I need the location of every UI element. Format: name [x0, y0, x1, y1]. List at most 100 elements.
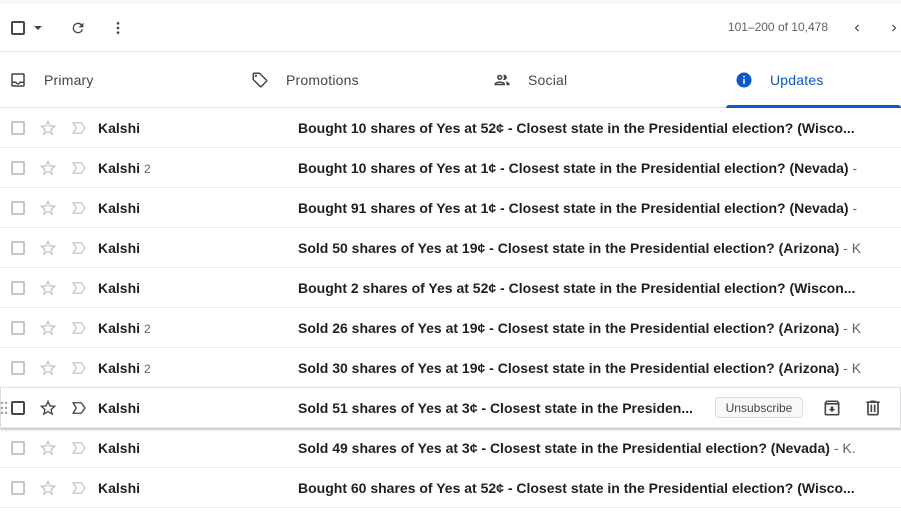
- subject-line: Sold 26 shares of Yes at 19¢ - Closest s…: [298, 320, 870, 336]
- thread-count: 2: [144, 362, 151, 376]
- sender-name: Kalshi: [98, 120, 141, 136]
- sender-name: Kalshi: [98, 320, 141, 336]
- importance-marker-icon[interactable]: [70, 119, 88, 137]
- subject-text: Bought 91 shares of Yes at 1¢ - Closest …: [298, 200, 849, 216]
- importance-marker-icon[interactable]: [70, 479, 88, 497]
- refresh-icon[interactable]: [68, 18, 88, 38]
- star-icon[interactable]: [38, 278, 58, 298]
- row-checkbox[interactable]: [11, 201, 25, 215]
- importance-marker-icon[interactable]: [70, 439, 88, 457]
- email-row[interactable]: Kalshi Sold 49 shares of Yes at 3¢ - Clo…: [0, 428, 901, 468]
- drag-handle-icon[interactable]: [0, 401, 8, 415]
- tab-label: Primary: [44, 72, 94, 88]
- tab-label: Updates: [770, 72, 824, 88]
- tab-updates[interactable]: Updates: [726, 52, 901, 108]
- snippet-text: - K.: [829, 440, 856, 456]
- importance-marker-icon[interactable]: [70, 279, 88, 297]
- pagination-text: 101–200 of 10,478: [727, 20, 828, 34]
- email-row[interactable]: Kalshi Sold 50 shares of Yes at 19¢ - Cl…: [0, 228, 901, 268]
- mail-toolbar: 101–200 of 10,478: [0, 4, 901, 52]
- tag-icon: [250, 70, 270, 90]
- unsubscribe-button[interactable]: Unsubscribe: [715, 397, 803, 418]
- importance-marker-icon[interactable]: [70, 239, 88, 257]
- sender-name: Kalshi: [98, 400, 141, 416]
- star-icon[interactable]: [38, 438, 58, 458]
- star-icon[interactable]: [38, 118, 58, 138]
- star-icon[interactable]: [38, 398, 58, 418]
- subject-text: Sold 30 shares of Yes at 19¢ - Closest s…: [298, 360, 840, 376]
- email-row[interactable]: Kalshi Bought 60 shares of Yes at 52¢ - …: [0, 468, 901, 508]
- subject-text: Bought 10 shares of Yes at 1¢ - Closest …: [298, 160, 849, 176]
- category-tabs: Primary Promotions Social Updates: [0, 52, 901, 108]
- importance-marker-icon[interactable]: [70, 159, 88, 177]
- star-icon[interactable]: [38, 318, 58, 338]
- subject-line: Sold 30 shares of Yes at 19¢ - Closest s…: [298, 360, 870, 376]
- subject-text: Sold 51 shares of Yes at 3¢ - Closest st…: [298, 400, 694, 416]
- email-row[interactable]: Kalshi Bought 91 shares of Yes at 1¢ - C…: [0, 188, 901, 228]
- email-row[interactable]: Kalshi 2 Sold 30 shares of Yes at 19¢ - C…: [0, 348, 901, 388]
- subject-text: Bought 60 shares of Yes at 52¢ - Closest…: [298, 480, 855, 496]
- email-row[interactable]: Kalshi Bought 2 shares of Yes at 52¢ - C…: [0, 268, 901, 308]
- subject-line: Bought 91 shares of Yes at 1¢ - Closest …: [298, 200, 870, 216]
- row-checkbox[interactable]: [11, 361, 25, 375]
- delete-icon[interactable]: [863, 398, 883, 418]
- more-vert-icon[interactable]: [108, 18, 128, 38]
- row-checkbox[interactable]: [11, 321, 25, 335]
- email-row[interactable]: Kalshi 2 Bought 10 shares of Yes at 1¢ - …: [0, 148, 901, 188]
- importance-marker-icon[interactable]: [70, 199, 88, 217]
- archive-icon[interactable]: [822, 398, 842, 418]
- row-checkbox[interactable]: [11, 481, 25, 495]
- subject-line: Sold 50 shares of Yes at 19¢ - Closest s…: [298, 240, 870, 256]
- sender-name: Kalshi: [98, 200, 141, 216]
- thread-count: 2: [144, 162, 151, 176]
- tab-social[interactable]: Social: [492, 52, 722, 108]
- tab-primary[interactable]: Primary: [8, 52, 238, 108]
- sender-name: Kalshi: [98, 240, 141, 256]
- tab-promotions[interactable]: Promotions: [250, 52, 480, 108]
- subject-text: Sold 50 shares of Yes at 19¢ - Closest s…: [298, 240, 840, 256]
- importance-marker-icon[interactable]: [70, 399, 88, 417]
- row-checkbox[interactable]: [11, 441, 25, 455]
- subject-text: Bought 10 shares of Yes at 52¢ - Closest…: [298, 120, 855, 136]
- snippet-text: -: [848, 200, 858, 216]
- info-icon: [734, 70, 754, 90]
- snippet-text: -: [848, 160, 858, 176]
- row-checkbox[interactable]: [11, 241, 25, 255]
- sender-name: Kalshi: [98, 160, 141, 176]
- tab-label: Social: [528, 72, 568, 88]
- caret-down-icon[interactable]: [33, 23, 43, 33]
- subject-text: Bought 2 shares of Yes at 52¢ - Closest …: [298, 280, 856, 296]
- importance-marker-icon[interactable]: [70, 319, 88, 337]
- select-all-checkbox[interactable]: [11, 21, 25, 35]
- importance-marker-icon[interactable]: [70, 359, 88, 377]
- star-icon[interactable]: [38, 198, 58, 218]
- star-icon[interactable]: [38, 358, 58, 378]
- inbox-icon: [8, 70, 28, 90]
- snippet-text: - K: [839, 360, 862, 376]
- email-row[interactable]: Kalshi Sold 51 shares of Yes at 3¢ - Clo…: [0, 388, 901, 428]
- subject-line: Sold 51 shares of Yes at 3¢ - Closest st…: [298, 400, 698, 416]
- sender-name: Kalshi: [98, 480, 141, 496]
- row-checkbox[interactable]: [11, 121, 25, 135]
- subject-text: Sold 26 shares of Yes at 19¢ - Closest s…: [298, 320, 840, 336]
- email-row[interactable]: Kalshi Bought 10 shares of Yes at 52¢ - …: [0, 108, 901, 148]
- row-checkbox[interactable]: [11, 161, 25, 175]
- sender-name: Kalshi: [98, 440, 141, 456]
- subject-line: Sold 49 shares of Yes at 3¢ - Closest st…: [298, 440, 870, 456]
- thread-count: 2: [144, 322, 151, 336]
- star-icon[interactable]: [38, 478, 58, 498]
- star-icon[interactable]: [38, 238, 58, 258]
- subject-line: Bought 10 shares of Yes at 52¢ - Closest…: [298, 120, 870, 136]
- row-checkbox[interactable]: [11, 281, 25, 295]
- email-row[interactable]: Kalshi 2 Sold 26 shares of Yes at 19¢ - C…: [0, 308, 901, 348]
- subject-line: Bought 2 shares of Yes at 52¢ - Closest …: [298, 280, 870, 296]
- subject-text: Sold 49 shares of Yes at 3¢ - Closest st…: [298, 440, 830, 456]
- row-checkbox[interactable]: [11, 401, 25, 415]
- chevron-right-icon[interactable]: [887, 18, 901, 38]
- email-list: Kalshi Bought 10 shares of Yes at 52¢ - …: [0, 108, 901, 508]
- star-icon[interactable]: [38, 158, 58, 178]
- chevron-left-icon[interactable]: [848, 18, 866, 38]
- subject-line: Bought 60 shares of Yes at 52¢ - Closest…: [298, 480, 870, 496]
- subject-line: Bought 10 shares of Yes at 1¢ - Closest …: [298, 160, 870, 176]
- snippet-text: - K: [839, 240, 862, 256]
